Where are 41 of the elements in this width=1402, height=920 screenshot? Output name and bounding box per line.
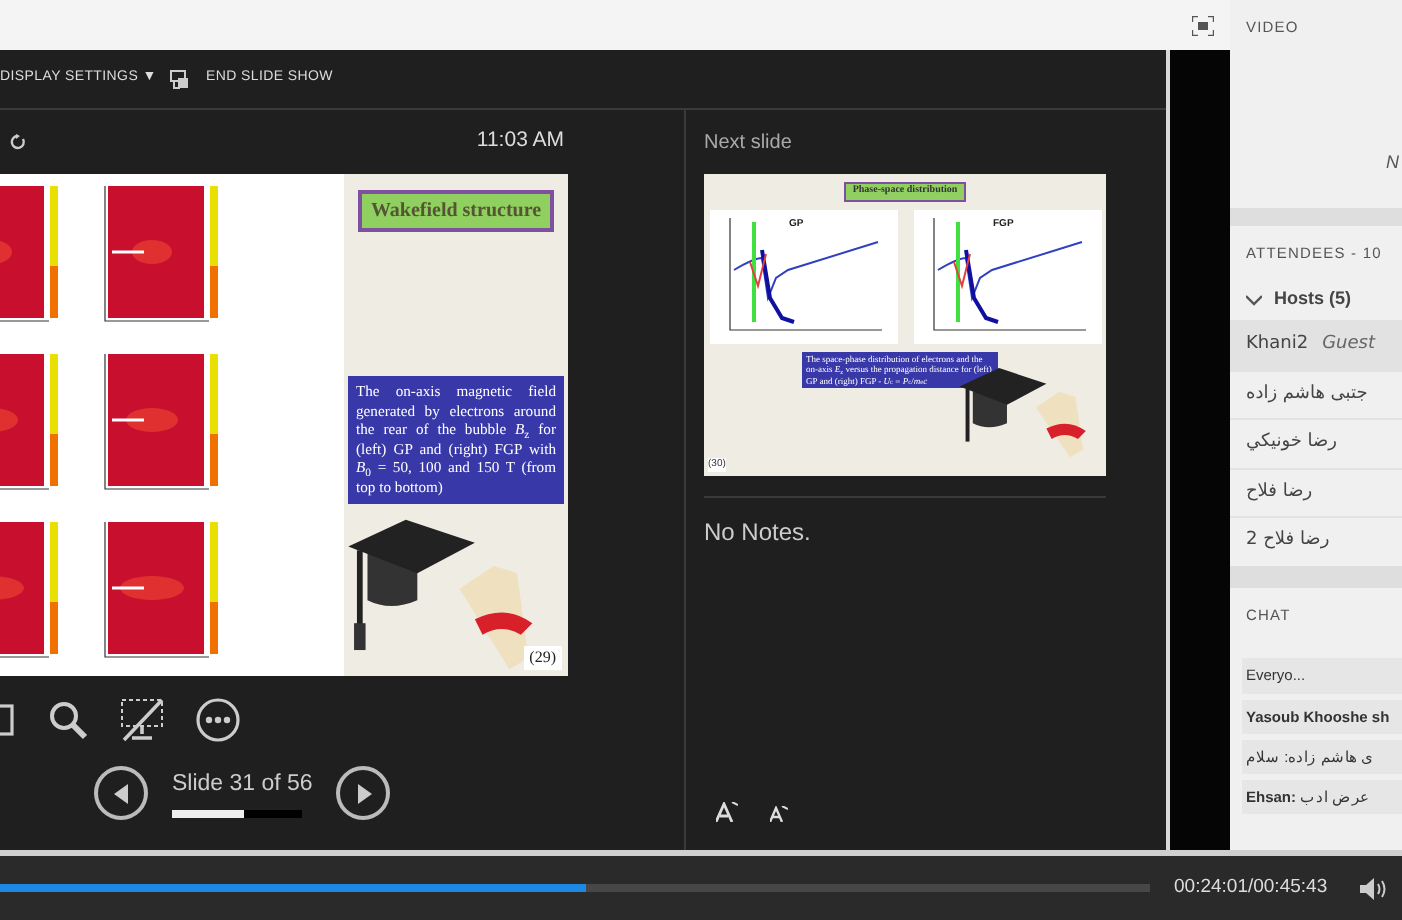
decrease-font-icon[interactable]: [770, 806, 788, 822]
playback-progress-bar[interactable]: [0, 884, 1150, 892]
heatmap-plot: [104, 522, 218, 658]
heatmap-plot: [104, 186, 218, 322]
previous-slide-button[interactable]: [94, 766, 148, 820]
video-status-text: N: [1386, 150, 1399, 177]
left-triangle-icon: [113, 783, 129, 803]
heatmap-plot: [104, 354, 218, 490]
heatmap-plot: [0, 522, 58, 658]
attendee-name: رضا فلاح: [1246, 479, 1313, 506]
playback-time: 00:24:01/00:45:43: [1174, 873, 1328, 902]
slide-counter: Slide 31 of 56: [172, 770, 313, 801]
attendee-role: Guest: [1322, 332, 1375, 359]
slide-title: Wakefield structure: [358, 190, 554, 232]
heatmap-plot: [0, 354, 58, 490]
hosts-group-toggle[interactable]: Hosts (5): [1230, 280, 1402, 321]
attendee-name: رضا فلاح 2: [1246, 528, 1330, 555]
slide-number: (29): [523, 646, 562, 670]
fullscreen-icon[interactable]: [1192, 15, 1214, 35]
increase-font-icon[interactable]: [716, 802, 738, 822]
attendee-row[interactable]: رضا فلاح: [1230, 467, 1402, 517]
end-show-icon: [170, 69, 190, 89]
heatmap-plot: [0, 186, 58, 322]
slide-progress-bar: [172, 809, 302, 818]
attendee-row[interactable]: رضا خونیکي: [1230, 418, 1402, 468]
clock-time: 11:03 AM: [476, 126, 564, 157]
refresh-icon[interactable]: [10, 134, 26, 150]
attendee-row[interactable]: Khani2 Guest: [1230, 320, 1402, 370]
attendee-name: Khani2: [1246, 332, 1309, 359]
right-triangle-icon: [355, 783, 372, 803]
speaker-notes: No Notes.: [704, 516, 811, 550]
next-slide-button[interactable]: [336, 766, 391, 820]
search-icon[interactable]: [48, 700, 88, 740]
attendee-name: رضا خونیکي: [1246, 430, 1337, 457]
screen-off-icon[interactable]: [120, 698, 164, 742]
slides-grid-icon[interactable]: [0, 700, 16, 740]
more-options-icon[interactable]: [196, 698, 240, 742]
volume-icon[interactable]: [1360, 877, 1386, 899]
attendee-row[interactable]: جتبی هاشم زاده: [1230, 369, 1402, 419]
attendee-name: جتبی هاشم زاده: [1246, 381, 1368, 408]
next-slide-label: Next slide: [704, 129, 792, 157]
